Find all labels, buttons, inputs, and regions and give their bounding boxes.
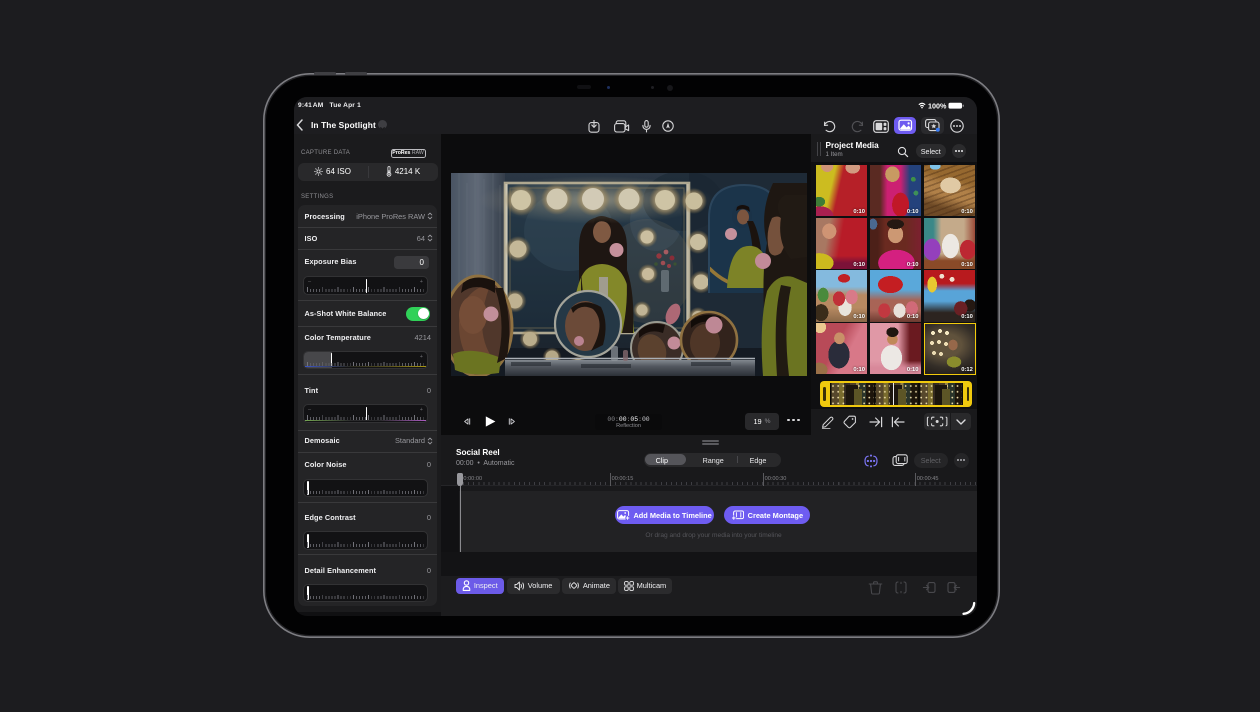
- svg-text:100%: 100%: [928, 102, 947, 110]
